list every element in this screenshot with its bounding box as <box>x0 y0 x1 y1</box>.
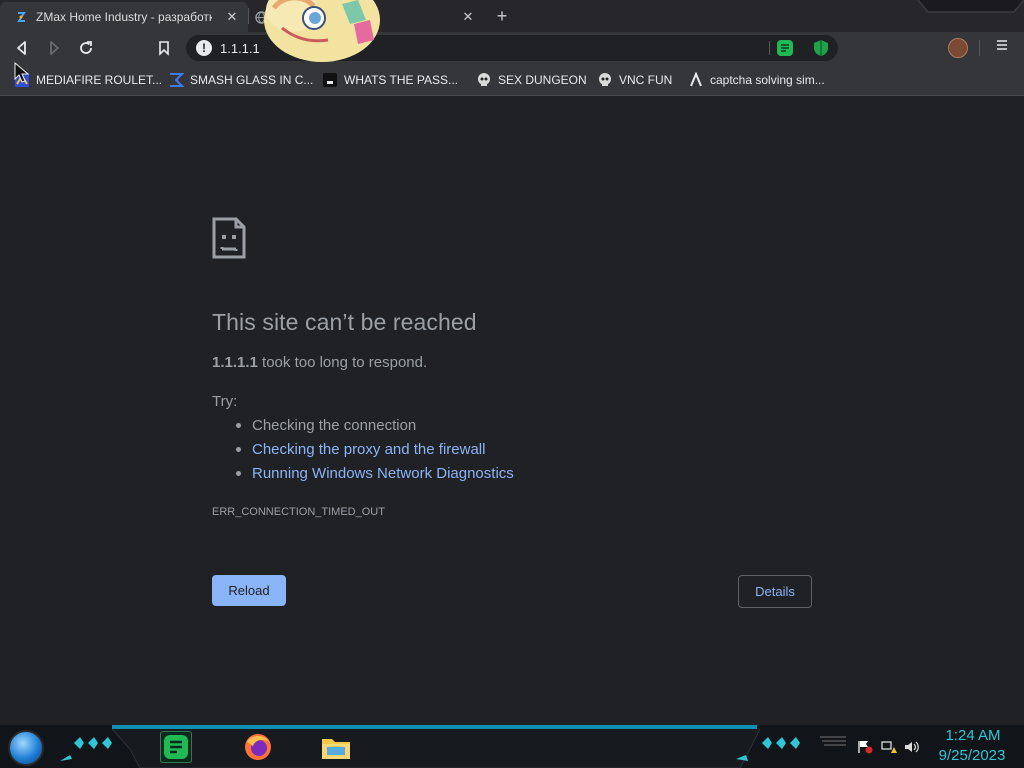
try-label: Try: <box>212 393 238 410</box>
bookmark-label: SMASH GLASS IN C... <box>190 73 314 87</box>
url-text[interactable]: 1.1.1.1 <box>220 41 260 56</box>
start-button[interactable] <box>8 730 44 766</box>
firefox-icon[interactable] <box>242 731 274 763</box>
error-description: 1.1.1.1 took too long to respond. <box>212 354 427 371</box>
details-button[interactable]: Details <box>738 575 812 608</box>
bookmark-label: VNC FUN <box>619 73 673 87</box>
error-page: This site can’t be reached 1.1.1.1 took … <box>0 97 1024 725</box>
terminal-icon <box>322 72 338 88</box>
tab-title: ZMax Home Industry - разработк <box>36 10 212 24</box>
notes-app-icon[interactable] <box>160 731 192 763</box>
action-center-flag-icon[interactable] <box>857 740 873 754</box>
error-code: ERR_CONNECTION_TIMED_OUT <box>212 506 385 518</box>
skull-icon <box>476 72 492 88</box>
smash-icon <box>168 72 184 88</box>
clock-date[interactable]: 9/25/2023 <box>932 747 1012 764</box>
bookmark-captcha-solving[interactable]: captcha solving sim... <box>688 70 825 90</box>
error-host: 1.1.1.1 <box>212 354 258 371</box>
profile-avatar[interactable] <box>948 38 968 58</box>
sad-page-icon <box>212 217 246 259</box>
bookmark-vnc-fun[interactable]: VNC FUN <box>597 70 672 90</box>
hamburger-menu-icon <box>997 40 1007 50</box>
suggestion-check-proxy-link[interactable]: Checking the proxy and the firewall <box>236 441 514 465</box>
tab-active[interactable]: ZMax Home Industry - разработк ✕ <box>0 2 248 32</box>
zmax-favicon-icon <box>14 10 28 24</box>
bookmark-label: captcha solving sim... <box>710 73 825 87</box>
browser-menu-button[interactable] <box>992 38 1012 58</box>
bookmark-icon <box>159 41 169 56</box>
reload-toolbar-button[interactable] <box>74 36 98 60</box>
clock-time[interactable]: 1:24 AM <box>940 727 1006 744</box>
bookmark-button[interactable] <box>152 36 176 60</box>
volume-icon[interactable] <box>904 740 920 754</box>
mouse-cursor-icon <box>14 62 30 83</box>
tab-close-icon[interactable]: ✕ <box>460 9 476 25</box>
omnibox-separator <box>769 41 770 55</box>
mascot-decoration <box>264 0 380 62</box>
file-explorer-icon[interactable] <box>320 731 352 763</box>
skull-icon <box>597 72 613 88</box>
not-secure-icon[interactable]: ! <box>196 40 212 56</box>
bookmarks-bar: MEDIAFIRE ROULET... SMASH GLASS IN C... … <box>0 64 1024 96</box>
suggestion-check-connection: Checking the connection <box>236 417 514 441</box>
forward-button[interactable] <box>42 36 66 60</box>
back-button[interactable] <box>10 36 34 60</box>
error-title: This site can’t be reached <box>212 309 477 335</box>
bookmark-whats-the-pass[interactable]: WHATS THE PASS... <box>322 70 458 90</box>
bookmark-mediafire[interactable]: MEDIAFIRE ROULET... <box>14 70 162 90</box>
reload-button[interactable]: Reload <box>212 575 286 606</box>
tab-close-icon[interactable]: ✕ <box>224 9 240 25</box>
vercel-icon <box>688 72 704 88</box>
suggestion-network-diagnostics-link[interactable]: Running Windows Network Diagnostics <box>236 465 514 489</box>
bookmark-label: MEDIAFIRE ROULET... <box>36 73 163 87</box>
taskbar-accent-bar <box>112 725 757 729</box>
forward-arrow-icon <box>50 41 59 55</box>
bookmark-sex-dungeon[interactable]: SEX DUNGEON <box>476 70 587 90</box>
back-arrow-icon <box>17 41 26 55</box>
toolbar-divider <box>979 40 980 56</box>
extension-notes-icon[interactable] <box>776 39 794 57</box>
refresh-icon <box>80 41 92 54</box>
network-warning-icon[interactable] <box>881 740 897 754</box>
bookmark-label: WHATS THE PASS... <box>344 73 459 87</box>
extension-shield-icon[interactable] <box>812 39 830 57</box>
suggestion-list: Checking the connection Checking the pro… <box>236 417 514 489</box>
bookmark-label: SEX DUNGEON <box>498 73 587 87</box>
bookmark-smash-glass[interactable]: SMASH GLASS IN C... <box>168 70 313 90</box>
error-message: took too long to respond. <box>262 354 428 371</box>
window-decoration <box>917 0 1024 13</box>
new-tab-button[interactable]: + <box>491 5 513 27</box>
